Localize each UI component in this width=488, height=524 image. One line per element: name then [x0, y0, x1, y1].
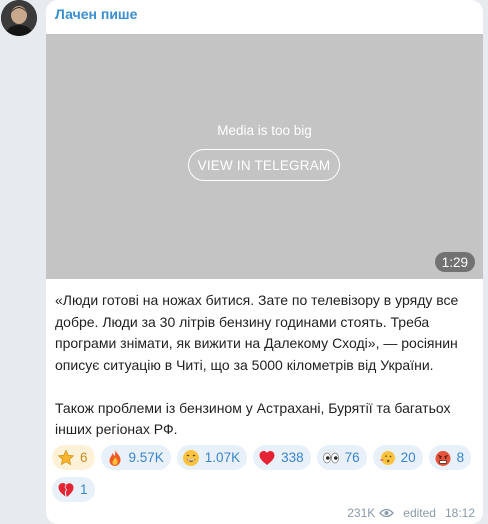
avatar-photo	[1, 0, 37, 36]
heart-icon	[259, 450, 275, 465]
channel-post-view: Лачен пише Media is too big VIEW IN TELE…	[0, 0, 488, 524]
eye-icon	[379, 508, 395, 518]
reaction-grin[interactable]: 1.07K	[176, 445, 248, 470]
reaction-count: 8	[456, 450, 465, 465]
reaction-count: 20	[400, 450, 416, 465]
channel-name[interactable]: Лачен пише	[55, 6, 137, 22]
edited-label: edited	[403, 506, 436, 520]
message-time: 18:12	[444, 506, 475, 520]
channel-avatar[interactable]	[1, 0, 37, 36]
message-bubble: Лачен пише Media is too big VIEW IN TELE…	[46, 0, 483, 524]
view-count: 231K	[347, 506, 376, 520]
post-text: «Люди готові на ножах битися. Зате по те…	[55, 290, 475, 441]
reaction-count: 6	[80, 450, 88, 465]
reaction-count: 1.07K	[204, 450, 241, 465]
video-duration-badge: 1:29	[434, 252, 475, 272]
broken-heart-icon	[58, 482, 74, 497]
reaction-fire[interactable]: 9.57K	[100, 445, 171, 470]
reaction-count: 76	[344, 450, 360, 465]
reactions-bar: 6 9.57K 1.07K 338 76 20 8 1	[52, 445, 472, 502]
post-paragraph: «Люди готові на ножах битися. Зате по те…	[55, 292, 459, 373]
fire-icon	[109, 449, 121, 466]
media-too-big-notice: Media is too big	[217, 123, 312, 138]
reaction-count: 338	[281, 450, 304, 465]
media-placeholder[interactable]: Media is too big VIEW IN TELEGRAM 1:29	[46, 34, 483, 279]
message-meta: 231K edited 18:12	[347, 506, 475, 520]
reaction-count: 9.57K	[128, 450, 164, 465]
post-paragraph: Також проблеми із бензином у Астрахані, …	[55, 399, 451, 438]
reaction-eyes[interactable]: 76	[316, 445, 367, 470]
view-in-telegram-button[interactable]: VIEW IN TELEGRAM	[188, 149, 340, 181]
angry-face-icon	[435, 450, 451, 466]
reaction-kiss[interactable]: 20	[372, 445, 423, 470]
eyes-icon	[322, 452, 339, 463]
reaction-broken-heart[interactable]: 1	[52, 477, 95, 502]
reaction-angry[interactable]: 8	[428, 445, 472, 470]
reaction-star[interactable]: 6	[52, 445, 95, 470]
kiss-face-icon	[379, 450, 395, 465]
reaction-heart[interactable]: 338	[253, 445, 311, 470]
reaction-count: 1	[80, 482, 88, 497]
star-icon	[57, 449, 75, 465]
grin-face-icon	[182, 449, 199, 466]
